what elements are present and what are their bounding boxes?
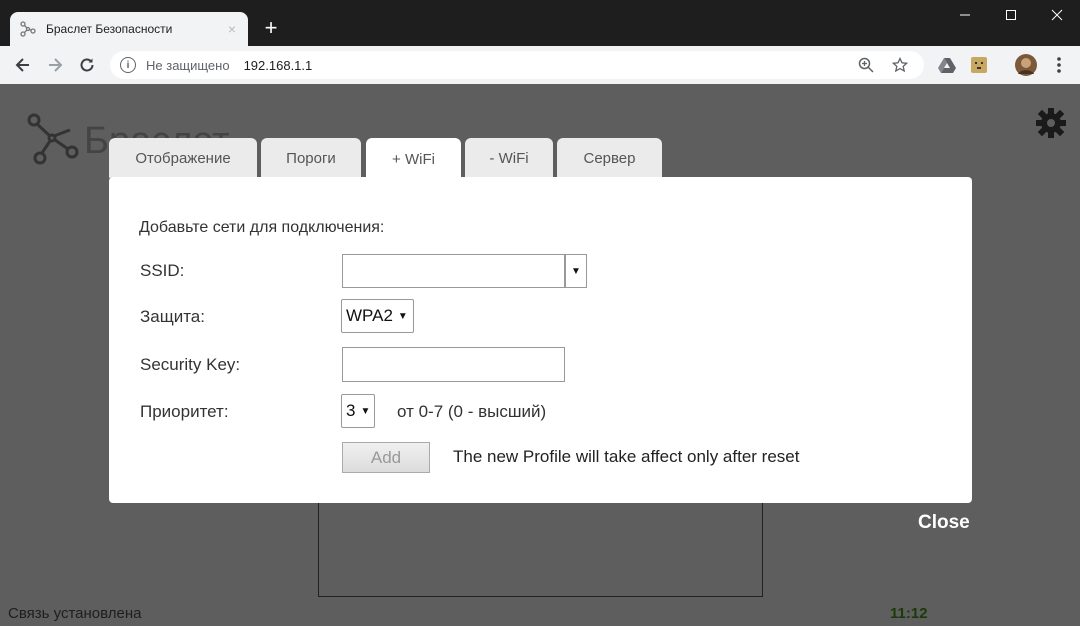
tab-thresholds[interactable]: Пороги <box>261 138 361 178</box>
add-note: The new Profile will take affect only af… <box>453 447 800 466</box>
drive-extension-icon[interactable] <box>936 54 958 76</box>
forward-icon[interactable] <box>42 52 68 78</box>
back-icon[interactable] <box>10 52 36 78</box>
security-label: Не защищено <box>146 57 230 73</box>
priority-select-value: 3 <box>346 401 356 420</box>
priority-hint: от 0-7 (0 - высший) <box>397 402 547 421</box>
security-label: Защита: <box>140 307 205 326</box>
tab-add-wifi[interactable]: + WiFi <box>366 138 461 180</box>
connection-status: Связь установлена <box>8 605 142 622</box>
reload-icon[interactable] <box>74 52 100 78</box>
chevron-down-icon: ▼ <box>397 310 408 322</box>
tab-server[interactable]: Сервер <box>557 138 662 178</box>
close-button[interactable]: Close <box>918 512 970 534</box>
priority-select[interactable]: 3 ▼ <box>341 394 375 428</box>
zoom-icon[interactable] <box>856 55 876 75</box>
add-button[interactable]: Add <box>342 442 430 473</box>
chevron-down-icon: ▼ <box>360 405 371 417</box>
page-content: Браслет Close Связь установлена 11:12 От… <box>0 84 1080 626</box>
info-icon[interactable]: i <box>120 57 136 73</box>
security-key-label: Security Key: <box>140 355 241 374</box>
network-favicon-icon <box>20 21 36 37</box>
security-select[interactable]: WPA2 ▼ <box>341 299 414 333</box>
ssid-input[interactable] <box>342 254 565 288</box>
address-bar[interactable]: i Не защищено 192.168.1.1 <box>110 51 924 79</box>
wifi-dialog: Добавьте сети для подключения: SSID: ▼ З… <box>109 177 972 503</box>
close-window-icon[interactable] <box>1034 0 1080 30</box>
profile-avatar[interactable] <box>1015 54 1037 76</box>
maximize-window-icon[interactable] <box>988 0 1034 30</box>
priority-label: Приоритет: <box>140 402 229 421</box>
background-panel <box>318 494 763 597</box>
tab-close-icon[interactable]: × <box>222 19 242 39</box>
security-key-input[interactable] <box>342 347 565 382</box>
browser-tab[interactable]: Браслет Безопасности × <box>10 12 248 46</box>
bookmark-star-icon[interactable] <box>890 55 910 75</box>
menu-dots-icon[interactable] <box>1048 54 1070 76</box>
security-select-value: WPA2 <box>346 306 393 325</box>
ssid-dropdown-icon[interactable]: ▼ <box>565 254 587 288</box>
extension-badge-icon[interactable] <box>968 54 990 76</box>
minimize-window-icon[interactable] <box>942 0 988 30</box>
tab-title: Браслет Безопасности <box>46 22 173 36</box>
tab-display[interactable]: Отображение <box>109 138 257 178</box>
url-text[interactable]: 192.168.1.1 <box>244 58 856 73</box>
new-tab-button[interactable]: + <box>258 16 284 42</box>
gear-icon[interactable] <box>1034 106 1068 140</box>
network-logo-icon <box>26 112 80 171</box>
browser-toolbar: i Не защищено 192.168.1.1 <box>0 46 1080 84</box>
form-heading: Добавьте сети для подключения: <box>139 219 385 236</box>
clock: 11:12 <box>890 605 928 622</box>
ssid-label: SSID: <box>140 261 185 280</box>
tab-remove-wifi[interactable]: - WiFi <box>465 138 553 178</box>
browser-titlebar: Браслет Безопасности × + <box>0 0 1080 46</box>
